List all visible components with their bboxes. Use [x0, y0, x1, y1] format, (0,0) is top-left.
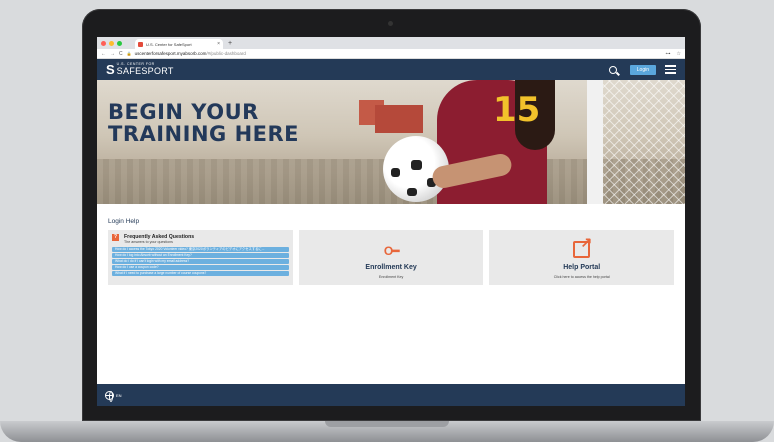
faq-subtitle: The answers to your questions [124, 240, 173, 244]
hero-banner: 15 BEGIN YOUR TRAINING HERE [97, 80, 685, 204]
site-footer: EN [97, 384, 685, 406]
faq-item[interactable]: What do I do if I can't login with my em… [112, 259, 289, 264]
login-help-heading: Login Help [108, 218, 140, 225]
reload-icon[interactable]: C [119, 51, 123, 57]
url-host: uscenterforsafesport.myabsorb.com [134, 51, 207, 56]
enrollment-key-subtitle: Enrollment Key [378, 275, 404, 279]
url-field[interactable]: uscenterforsafesport.myabsorb.com/#/publ… [135, 51, 246, 56]
external-link-icon [573, 234, 592, 258]
help-portal-card[interactable]: Help Portal Click here to access the hel… [489, 230, 674, 285]
address-bar: ← → C 🔒 uscenterforsafesport.myabsorb.co… [97, 49, 685, 59]
minimize-window-icon[interactable] [109, 40, 114, 46]
search-icon[interactable] [608, 65, 617, 74]
main-content: Login Help ? Frequently Asked Questions … [97, 218, 685, 285]
browser-tab[interactable]: U.S. Center for SafeSport × [135, 39, 223, 49]
question-icon: ? [112, 234, 119, 241]
logo-mark-icon: S [106, 62, 115, 77]
building-background [375, 105, 423, 133]
hamburger-menu-icon[interactable] [665, 65, 676, 74]
faq-item[interactable]: How do I use a coupon code? [112, 265, 289, 270]
laptop-notch [325, 421, 449, 427]
lock-icon: 🔒 [126, 51, 132, 56]
faq-card: ? Frequently Asked Questions The answers… [108, 230, 293, 285]
jersey-number: 15 [493, 90, 541, 130]
new-tab-button[interactable]: + [228, 40, 232, 47]
maximize-window-icon[interactable] [117, 40, 122, 46]
close-window-icon[interactable] [101, 40, 106, 46]
back-icon[interactable]: ← [101, 51, 106, 57]
faq-item[interactable]: How do I log into Absorb without an Enro… [112, 253, 289, 258]
key-icon: O━ [383, 244, 400, 258]
forward-icon[interactable]: → [110, 51, 115, 57]
webcam [388, 21, 393, 26]
bookmark-star-icon[interactable]: ☆ [677, 51, 681, 57]
tab-title: U.S. Center for SafeSport [146, 41, 192, 47]
hero-title-line1: BEGIN YOUR [108, 100, 259, 124]
faq-item[interactable]: What if I need to purchase a large numbe… [112, 271, 289, 276]
logo-big-text: SAFESPORT [116, 65, 174, 76]
key-icon[interactable]: ⊶ [666, 51, 671, 57]
hero-title: BEGIN YOUR TRAINING HERE [108, 101, 299, 145]
login-button[interactable]: Login [629, 64, 656, 75]
help-portal-subtitle: Click here to access the help portal [553, 275, 610, 279]
enrollment-key-title: Enrollment Key [365, 264, 417, 271]
help-portal-title: Help Portal [563, 264, 601, 271]
safesport-logo[interactable]: S U.S. CENTER FOR SAFESPORT [106, 62, 174, 77]
favicon-icon [138, 41, 143, 47]
faq-list: How do I access the Tokyo 2020 Volunteer… [112, 247, 289, 276]
browser-tabbar: U.S. Center for SafeSport × + [97, 37, 685, 49]
screen: U.S. Center for SafeSport × + ← → C 🔒 us… [97, 37, 685, 406]
goal-post [587, 80, 603, 204]
enrollment-key-card[interactable]: O━ Enrollment Key Enrollment Key [298, 230, 484, 285]
faq-item[interactable]: How do I access the Tokyo 2020 Volunteer… [112, 247, 289, 252]
hero-title-line2: TRAINING HERE [108, 122, 300, 146]
language-selector[interactable]: EN [116, 393, 122, 398]
globe-icon[interactable] [105, 390, 114, 402]
tab-close-icon[interactable]: × [217, 41, 220, 47]
site-header: S U.S. CENTER FOR SAFESPORT Login [97, 59, 685, 80]
goal-net [603, 80, 685, 204]
url-path: /#/public-dashboard [206, 51, 246, 56]
